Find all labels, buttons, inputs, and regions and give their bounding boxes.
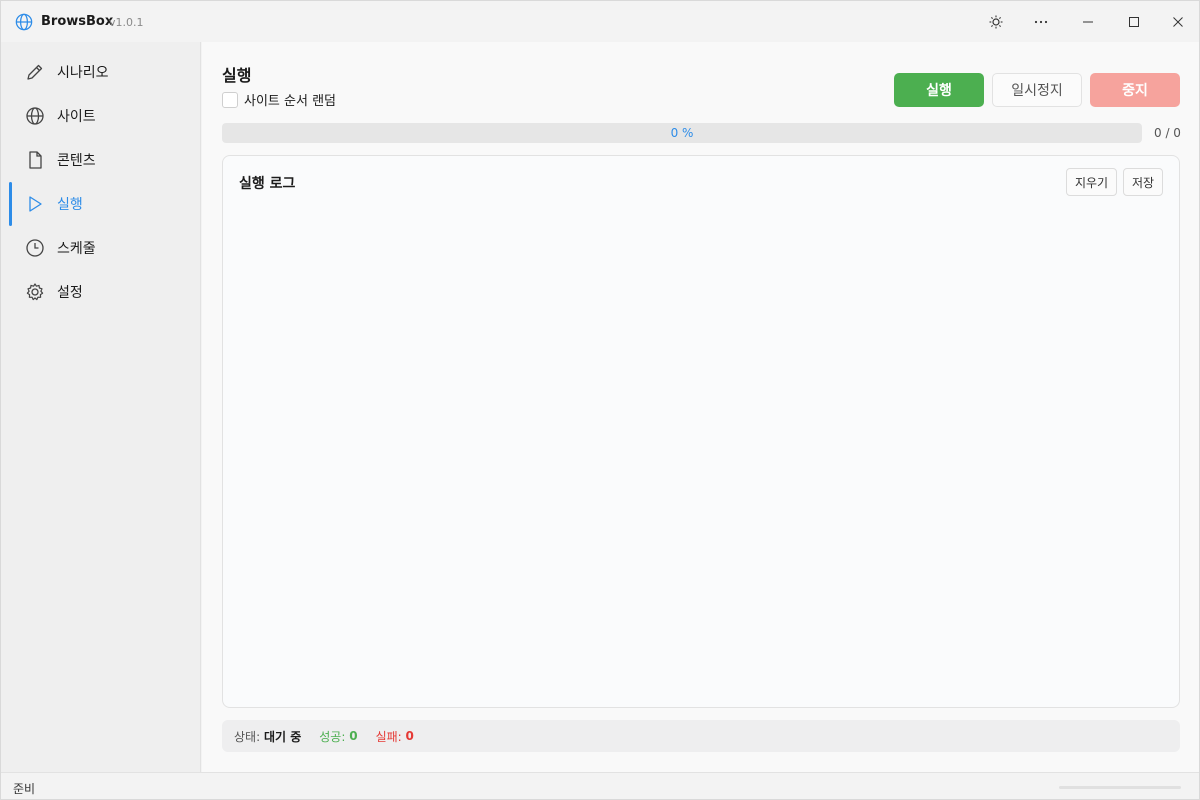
- main-panel: 실행 사이트 순서 랜덤 실행 일시정지 중지 0 % 0 / 0 실행 로그 …: [202, 42, 1199, 772]
- app-title: BrowsBox: [41, 14, 114, 29]
- footer-status-bar: 준비: [1, 772, 1199, 799]
- app-window: BrowsBox v1.0.1 시나리오 사이트 콘텐츠 실행 스케줄 설정 실…: [0, 0, 1200, 800]
- title-bar[interactable]: BrowsBox v1.0.1: [1, 1, 1199, 42]
- fail-label: 실패:: [375, 729, 402, 744]
- sidebar-item-site[interactable]: 사이트: [9, 96, 193, 136]
- footer-progress: [1059, 786, 1181, 789]
- save-log-button[interactable]: 저장: [1123, 168, 1163, 196]
- pause-button[interactable]: 일시정지: [992, 73, 1082, 107]
- sidebar-item-content[interactable]: 콘텐츠: [9, 140, 193, 180]
- random-order-option[interactable]: 사이트 순서 랜덤: [222, 90, 336, 109]
- theme-toggle-button[interactable]: [973, 1, 1019, 42]
- success-count: 0: [349, 729, 358, 743]
- log-panel[interactable]: 실행 로그 지우기 저장: [222, 155, 1180, 708]
- globe-icon: [26, 107, 44, 125]
- more-button[interactable]: [1018, 1, 1064, 42]
- stop-button[interactable]: 중지: [1090, 73, 1180, 107]
- maximize-button[interactable]: [1111, 1, 1157, 42]
- pencil-icon: [27, 64, 43, 80]
- close-icon: [1173, 16, 1183, 27]
- sidebar-item-label: 콘텐츠: [57, 153, 96, 169]
- sidebar-item-label: 스케줄: [57, 241, 96, 257]
- log-title: 실행 로그: [239, 176, 296, 192]
- app-version: v1.0.1: [109, 16, 144, 29]
- clock-icon: [26, 239, 44, 257]
- random-order-label[interactable]: 사이트 순서 랜덤: [244, 90, 336, 109]
- run-status-bar: 상태: 대기 중 성공: 0 실패: 0: [222, 720, 1180, 752]
- run-button[interactable]: 실행: [894, 73, 984, 107]
- status-label: 상태:: [234, 729, 261, 744]
- sidebar-item-scenario[interactable]: 시나리오: [9, 52, 193, 92]
- fail-count: 0: [405, 729, 414, 743]
- sidebar-item-label: 설정: [57, 285, 83, 301]
- gear-icon: [26, 283, 44, 301]
- sidebar-item-label: 실행: [57, 197, 83, 213]
- sidebar-item-label: 사이트: [57, 109, 96, 125]
- play-icon: [29, 196, 42, 212]
- random-order-checkbox[interactable]: [222, 91, 238, 108]
- sidebar: 시나리오 사이트 콘텐츠 실행 스케줄 설정: [1, 42, 201, 772]
- progress-bar: 0 %: [222, 123, 1142, 143]
- success-label: 성공:: [319, 729, 346, 744]
- progress-percent: 0 %: [670, 126, 694, 140]
- status-value: 대기 중: [263, 729, 302, 744]
- page-title: 실행: [222, 66, 252, 85]
- footer-status-text: 준비: [13, 782, 36, 796]
- document-icon: [29, 151, 42, 169]
- maximize-icon: [1129, 16, 1139, 27]
- progress-count: 0 / 0: [1154, 126, 1181, 140]
- sidebar-item-label: 시나리오: [57, 65, 109, 81]
- sidebar-item-settings[interactable]: 설정: [9, 272, 193, 312]
- clear-log-button[interactable]: 지우기: [1066, 168, 1117, 196]
- close-button[interactable]: [1155, 1, 1199, 42]
- sun-icon: [989, 15, 1003, 28]
- sidebar-item-schedule[interactable]: 스케줄: [9, 228, 193, 268]
- more-horizontal-icon: [1034, 20, 1048, 23]
- minimize-icon: [1083, 21, 1093, 22]
- globe-icon: [15, 13, 33, 31]
- sidebar-item-run[interactable]: 실행: [9, 184, 193, 224]
- minimize-button[interactable]: [1065, 1, 1111, 42]
